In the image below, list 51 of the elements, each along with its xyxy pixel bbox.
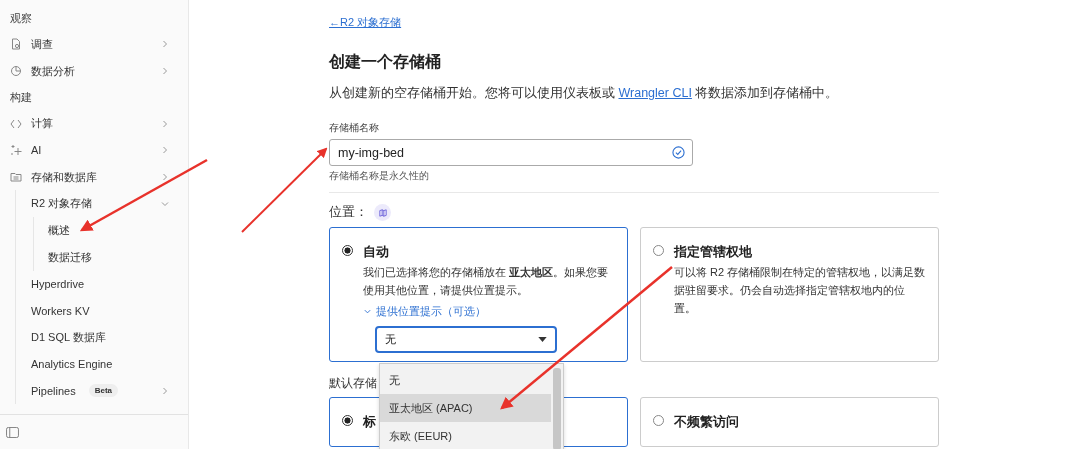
back-link[interactable]: ←R2 对象存储 (329, 15, 402, 30)
nav-item[interactable]: AI (31, 144, 160, 157)
nav-item[interactable]: 概述 (48, 222, 170, 238)
dropdown-caret-icon (538, 337, 547, 342)
folder-icon (10, 171, 22, 184)
pie-chart-icon (10, 65, 22, 78)
option-card[interactable]: 自动 我们已选择将您的存储桶放在 亚太地区。如果您要使用其他位置，请提供位置提示。 提供位置提示（可选） 无 (329, 227, 628, 362)
section-title: 构建 (10, 90, 33, 106)
section-label: 位置： (329, 204, 368, 221)
help-text: 存储桶名称是永久性的 (329, 170, 430, 183)
nav-item[interactable]: 调查 (31, 36, 160, 52)
bucket-name-field[interactable]: my-img-bed (329, 139, 693, 166)
nav-item[interactable]: Pipelines (31, 384, 89, 397)
option-card[interactable]: 不频繁访问 (640, 397, 939, 447)
option-title: 指定管辖权地 (674, 244, 753, 261)
radio-button[interactable] (342, 245, 353, 256)
nav-item[interactable]: 数据分析 (31, 63, 160, 79)
description-text: 从创建新的空存储桶开始。您将可以使用仪表板或 Wrangler CLI 将数据添加到存储桶中。 (329, 85, 840, 102)
map-icon[interactable] (374, 204, 391, 221)
dropdown-option[interactable]: 无 (380, 366, 551, 394)
field-label: 存储桶名称 (329, 122, 380, 135)
nav-item[interactable]: D1 SQL 数据库 (31, 329, 170, 345)
nav-item[interactable]: R2 对象存储 (31, 196, 160, 212)
option-title: 自动 (363, 244, 390, 261)
section-title: 观察 (10, 11, 33, 26)
location-hint-toggle[interactable]: 提供位置提示（可选） (363, 304, 486, 319)
nav-item[interactable]: Hyperdrive (31, 277, 170, 290)
nav-item[interactable]: 计算 (31, 116, 160, 132)
radio-button[interactable] (342, 415, 353, 426)
option-description: 我们已选择将您的存储桶放在 亚太地区。如果您要使用其他位置，请提供位置提示。 (363, 265, 610, 298)
nav-item[interactable]: Workers KV (31, 304, 170, 317)
nav-item[interactable]: 数据迁移 (48, 249, 170, 265)
location-select[interactable]: 无 (375, 326, 557, 353)
beta-badge: Beta (88, 384, 118, 398)
dropdown-option[interactable]: 亚太地区 (APAC) (380, 394, 551, 422)
scrollbar[interactable] (553, 368, 561, 449)
page-title: 创建一个存储桶 (329, 52, 442, 72)
nav-item[interactable]: Analytics Engine (31, 357, 170, 370)
code-icon (10, 117, 22, 130)
chevron-down-icon (363, 307, 372, 316)
dropdown-option[interactable]: 东欧 (EEUR) (380, 422, 551, 449)
section-label: 默认存储 (329, 376, 377, 391)
nav-item[interactable]: 存储和数据库 (31, 169, 160, 185)
wrangler-cli-link[interactable]: Wrangler CLI (618, 86, 692, 100)
sparkle-icon (10, 144, 22, 157)
option-title: 不频繁访问 (674, 414, 740, 431)
option-title: 标 (363, 414, 377, 431)
document-icon (10, 38, 22, 51)
option-description: 可以将 R2 存储桶限制在特定的管辖权地，以满足数据驻留要求。仍会自动选择指定管辖权地内的位置。 (674, 265, 926, 316)
option-card[interactable]: 指定管辖权地 可以将 R2 存储桶限制在特定的管辖权地，以满足数据驻留要求。仍会自动选择指定管辖权地内的位置。 (640, 227, 939, 362)
sidebar-toggle-icon[interactable] (6, 426, 19, 438)
